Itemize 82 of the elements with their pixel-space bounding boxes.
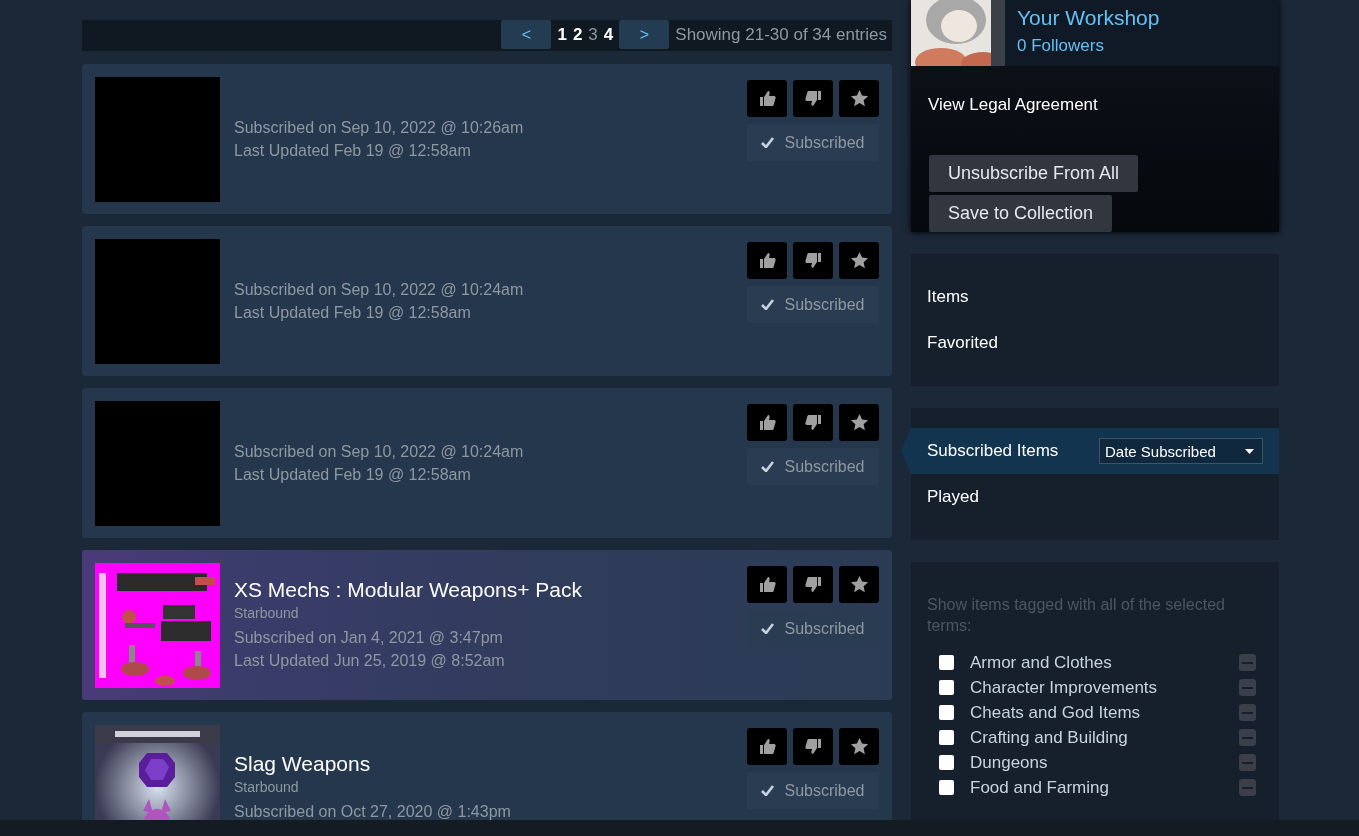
action-button[interactable]: Unsubscribe From All (929, 155, 1139, 192)
item-title[interactable]: XS Mechs : Modular Weapons+ Pack (234, 578, 747, 602)
thumbs-down-icon (802, 736, 824, 757)
thumbs-down-icon (802, 574, 824, 595)
thumbs-down-icon (802, 412, 824, 433)
action-button[interactable]: Save to Collection (929, 195, 1113, 232)
thumbs-down-icon (802, 88, 824, 109)
filter-item[interactable]: Favorited (911, 320, 1279, 366)
thumbs-up-button[interactable] (747, 404, 787, 441)
tag-label[interactable]: Armor and Clothes (970, 652, 1239, 673)
tag-label[interactable]: Food and Farming (970, 777, 1239, 798)
favorite-button[interactable] (839, 404, 879, 441)
previous-page-button[interactable]: < (501, 20, 552, 49)
star-icon (848, 88, 870, 109)
checkmark-icon (761, 137, 775, 148)
star-icon (848, 736, 870, 757)
favorite-button[interactable] (839, 566, 879, 603)
subscribed-button[interactable]: Subscribed (747, 772, 879, 809)
checkmark-icon (761, 299, 775, 310)
filter-label: Items (927, 287, 969, 307)
favorite-button[interactable] (839, 80, 879, 117)
subscribed-button[interactable]: Subscribed (747, 610, 879, 647)
filter-item[interactable]: Played (911, 474, 1279, 520)
thumbs-down-button[interactable] (793, 566, 833, 603)
filter-label: Favorited (927, 333, 998, 353)
tag-label[interactable]: Character Improvements (970, 677, 1239, 698)
checkbox[interactable] (939, 655, 954, 670)
thumbs-down-icon (802, 250, 824, 271)
item-title[interactable]: Slag Weapons (234, 751, 747, 776)
item-game: Starbound (234, 778, 300, 795)
thumbs-down-button[interactable] (793, 242, 833, 279)
subscribed-button[interactable]: Subscribed (747, 448, 879, 485)
page-link[interactable]: 2 (572, 24, 583, 45)
subscribed-button[interactable]: Subscribed (747, 124, 879, 161)
subscribed-date: Subscribed on Sep 10, 2022 @ 10:26am (234, 118, 525, 138)
filter-item[interactable]: Items (911, 274, 1279, 320)
legal-agreement-link[interactable]: View Legal Agreement (928, 95, 1098, 115)
star-icon (848, 412, 870, 433)
tag-label[interactable]: Crafting and Building (970, 727, 1239, 748)
updated-date: Last Updated Feb 19 @ 12:58am (234, 303, 472, 323)
tag-label[interactable]: Cheats and God Items (970, 702, 1239, 723)
tag-label[interactable]: Dungeons (970, 752, 1239, 773)
caret-icon (1245, 448, 1254, 454)
item-game: Starbound (234, 605, 300, 621)
thumbs-up-button[interactable] (747, 242, 787, 279)
checkmark-icon (761, 785, 775, 796)
subscribed-date: Subscribed on Jan 4, 2021 @ 3:47pm (234, 628, 504, 648)
favorite-button[interactable] (839, 242, 879, 279)
page-link[interactable]: 3 (588, 24, 598, 45)
subscribed-date: Subscribed on Oct 27, 2020 @ 1:43pm (234, 801, 512, 820)
workshop-link[interactable]: Your Workshop (1017, 6, 1160, 30)
thumbs-down-button[interactable] (793, 404, 833, 441)
thumbs-up-button[interactable] (747, 566, 787, 603)
page-link[interactable]: 4 (603, 24, 614, 45)
thumbs-up-button[interactable] (747, 728, 787, 765)
thumbs-down-button[interactable] (793, 80, 833, 117)
updated-date: Last Updated Feb 19 @ 12:58am (234, 141, 472, 161)
thumbs-down-button[interactable] (793, 728, 833, 765)
subscribed-date: Subscribed on Sep 10, 2022 @ 10:24am (234, 280, 525, 300)
star-icon (848, 574, 870, 595)
updated-date: Last Updated Feb 19 @ 12:58am (234, 465, 472, 485)
checkmark-icon (761, 461, 775, 472)
checkbox[interactable] (939, 780, 954, 795)
page-link[interactable]: 1 (557, 24, 567, 45)
next-page-button[interactable]: > (619, 20, 670, 49)
updated-date: Last Updated Jun 25, 2019 @ 8:52am (234, 651, 506, 671)
filter-item[interactable]: Subscribed Items Date Subscribed (911, 428, 1279, 474)
checkbox[interactable] (939, 755, 954, 770)
subscribed-date: Subscribed on Sep 10, 2022 @ 10:24am (234, 442, 525, 462)
filter-label: Played (927, 487, 979, 507)
checkbox[interactable] (939, 730, 954, 745)
checkbox[interactable] (939, 705, 954, 720)
sort-dropdown[interactable]: Date Subscribed (1099, 438, 1263, 464)
followers-link[interactable]: 0 Followers (1017, 36, 1160, 56)
star-icon (848, 250, 870, 271)
subscribed-button[interactable]: Subscribed (747, 286, 879, 323)
checkbox[interactable] (939, 680, 954, 695)
favorite-button[interactable] (839, 728, 879, 765)
filter-label: Subscribed Items (927, 441, 1059, 461)
checkmark-icon (761, 623, 775, 634)
thumbs-up-button[interactable] (747, 80, 787, 117)
entries-summary: Showing 21-30 of 34 entries (675, 24, 887, 45)
